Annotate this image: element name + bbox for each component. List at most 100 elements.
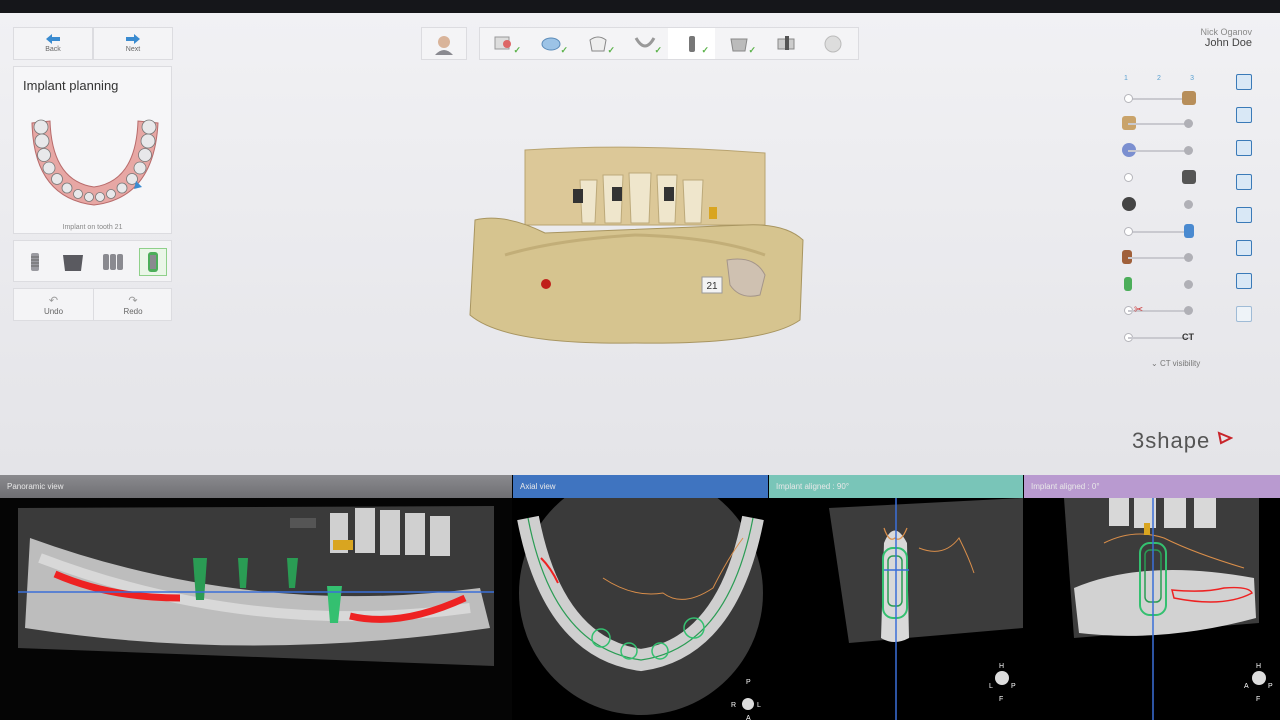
aligned0-orient-right: P xyxy=(1268,683,1273,690)
history-controls: ↶ Undo ↷ Redo xyxy=(13,288,172,321)
bone-icon xyxy=(1122,197,1136,211)
undo-icon: ↶ xyxy=(48,294,59,307)
check-icon: ✓ xyxy=(701,45,709,55)
guided-implant-icon[interactable] xyxy=(139,248,167,276)
view-preset-2-icon[interactable] xyxy=(1236,107,1252,123)
visibility-row-abutment[interactable] xyxy=(1122,250,1196,264)
step-export[interactable] xyxy=(809,28,856,59)
nerve-icon: ✂ xyxy=(1134,304,1144,316)
panoramic-view[interactable]: Panoramic view xyxy=(0,475,512,720)
ct-visibility-toggle[interactable]: ⌄ CT visibility xyxy=(1151,359,1200,368)
step-crown[interactable]: ✓ xyxy=(574,28,621,59)
implant-step-icon xyxy=(688,35,695,52)
view-preset-8-icon[interactable] xyxy=(1236,306,1252,322)
user-info: Nick Oganov John Doe xyxy=(1200,27,1252,49)
next-label: Next xyxy=(125,46,141,53)
axial-image: P R L A xyxy=(513,498,768,720)
aligned90-orient-right: P xyxy=(1011,683,1016,690)
step-align[interactable]: ✓ xyxy=(527,28,574,59)
back-label: Back xyxy=(45,46,61,53)
step-sleeve[interactable]: ✓ xyxy=(715,28,762,59)
col-3: 3 xyxy=(1190,75,1194,82)
visibility-row-crown[interactable] xyxy=(1122,143,1196,157)
check-icon: ✓ xyxy=(607,45,615,55)
brand-triangle-icon xyxy=(1217,431,1234,445)
back-arrow-icon xyxy=(46,34,60,44)
undo-label: Undo xyxy=(43,306,64,316)
guide-icon xyxy=(777,35,794,50)
step-guide[interactable] xyxy=(762,28,809,59)
abutment-icon[interactable] xyxy=(60,249,86,275)
export-icon xyxy=(824,35,841,52)
head-orientation-icon xyxy=(742,698,754,710)
axial-orient-top: P xyxy=(746,679,751,686)
title-bar xyxy=(0,0,1280,13)
visibility-row-bone[interactable] xyxy=(1122,197,1196,211)
sleeve-icon xyxy=(729,38,748,51)
implant-tools xyxy=(13,240,172,282)
aligned0-header: Implant aligned : 0° xyxy=(1024,475,1280,498)
aligned0-view[interactable]: Implant aligned : 0° H A P F xyxy=(1024,475,1280,720)
workflow-steps: ✓ ✓ ✓ ✓ ✓ ✓ xyxy=(479,27,859,60)
sleeve-model-icon xyxy=(1182,170,1196,184)
implant-model-icon xyxy=(1184,224,1194,238)
aligned90-orient-bottom: F xyxy=(999,696,1003,703)
redo-button[interactable]: ↷ Redo xyxy=(93,289,172,320)
check-icon: ✓ xyxy=(560,45,568,55)
visibility-row-sleeve[interactable] xyxy=(1122,170,1196,184)
step-nerve[interactable]: ✓ xyxy=(621,28,668,59)
chevron-down-icon: ⌄ xyxy=(1151,359,1160,368)
user-org: Nick Oganov xyxy=(1200,27,1252,37)
implant-icon[interactable] xyxy=(22,249,48,275)
aligned90-header: Implant aligned : 90° xyxy=(769,475,1023,498)
aligned90-orient-top: H xyxy=(999,663,1004,670)
aligned0-orient-top: H xyxy=(1256,663,1261,670)
visibility-row-nerve[interactable]: ✂ xyxy=(1122,304,1196,317)
guide-model-icon xyxy=(1124,277,1132,291)
brand-logo: 3shape xyxy=(1132,428,1234,454)
align-scan-icon xyxy=(541,37,560,50)
aligned0-orient-left: A xyxy=(1244,683,1249,690)
visibility-column-headers: 1 2 3 xyxy=(1124,75,1194,82)
patient-step[interactable] xyxy=(421,27,467,60)
visibility-row-implant[interactable] xyxy=(1122,224,1196,238)
axial-orient-left: R xyxy=(731,702,736,709)
patient-photo-icon xyxy=(435,36,453,55)
next-button[interactable]: Next xyxy=(93,27,173,60)
step-dicom[interactable]: ✓ xyxy=(480,28,527,59)
check-icon: ✓ xyxy=(654,45,662,55)
aligned0-image: H A P F xyxy=(1024,498,1280,720)
axial-header: Axial view xyxy=(513,475,768,498)
ct-visibility-label: CT visibility xyxy=(1159,359,1201,368)
col-2: 2 xyxy=(1157,75,1161,82)
visibility-row-guide[interactable] xyxy=(1122,277,1196,291)
check-icon: ✓ xyxy=(513,45,521,55)
view-preset-5-icon[interactable] xyxy=(1236,207,1252,223)
view-preset-4-icon[interactable] xyxy=(1236,174,1252,190)
aligned90-view[interactable]: Implant aligned : 90° H L P F xyxy=(769,475,1023,720)
jaw-nerve-icon xyxy=(634,36,655,47)
view-preset-3-icon[interactable] xyxy=(1236,140,1252,156)
implant-tooth-label: Implant on tooth 21 xyxy=(62,224,123,231)
panoramic-header: Panoramic view xyxy=(0,475,512,498)
view-preset-1-icon[interactable] xyxy=(1236,74,1252,90)
axial-view[interactable]: Axial view P R L A xyxy=(513,475,768,720)
next-arrow-icon xyxy=(126,34,140,44)
back-button[interactable]: Back xyxy=(13,27,93,60)
tooth-tag: 21 xyxy=(706,281,718,292)
multi-implant-icon[interactable] xyxy=(100,249,126,275)
jaw-thumbnail-icon[interactable] xyxy=(24,103,164,213)
visibility-row-teeth[interactable] xyxy=(1122,116,1196,130)
axial-orient-right: L xyxy=(757,702,761,709)
step-implant[interactable]: ✓ xyxy=(668,28,715,59)
panel-title: Implant planning xyxy=(23,78,119,93)
view-preset-7-icon[interactable] xyxy=(1236,273,1252,289)
implant-planning-panel: Implant planning Implant on tooth 21 xyxy=(13,66,172,234)
undo-button[interactable]: ↶ Undo xyxy=(14,289,93,320)
redo-label: Redo xyxy=(123,306,143,316)
visibility-row-ct[interactable]: CT xyxy=(1122,332,1196,344)
3d-jaw-model[interactable]: 21 xyxy=(465,145,810,350)
scan-import-icon xyxy=(494,36,511,49)
visibility-row-gingiva[interactable] xyxy=(1122,91,1196,105)
view-preset-6-icon[interactable] xyxy=(1236,240,1252,256)
